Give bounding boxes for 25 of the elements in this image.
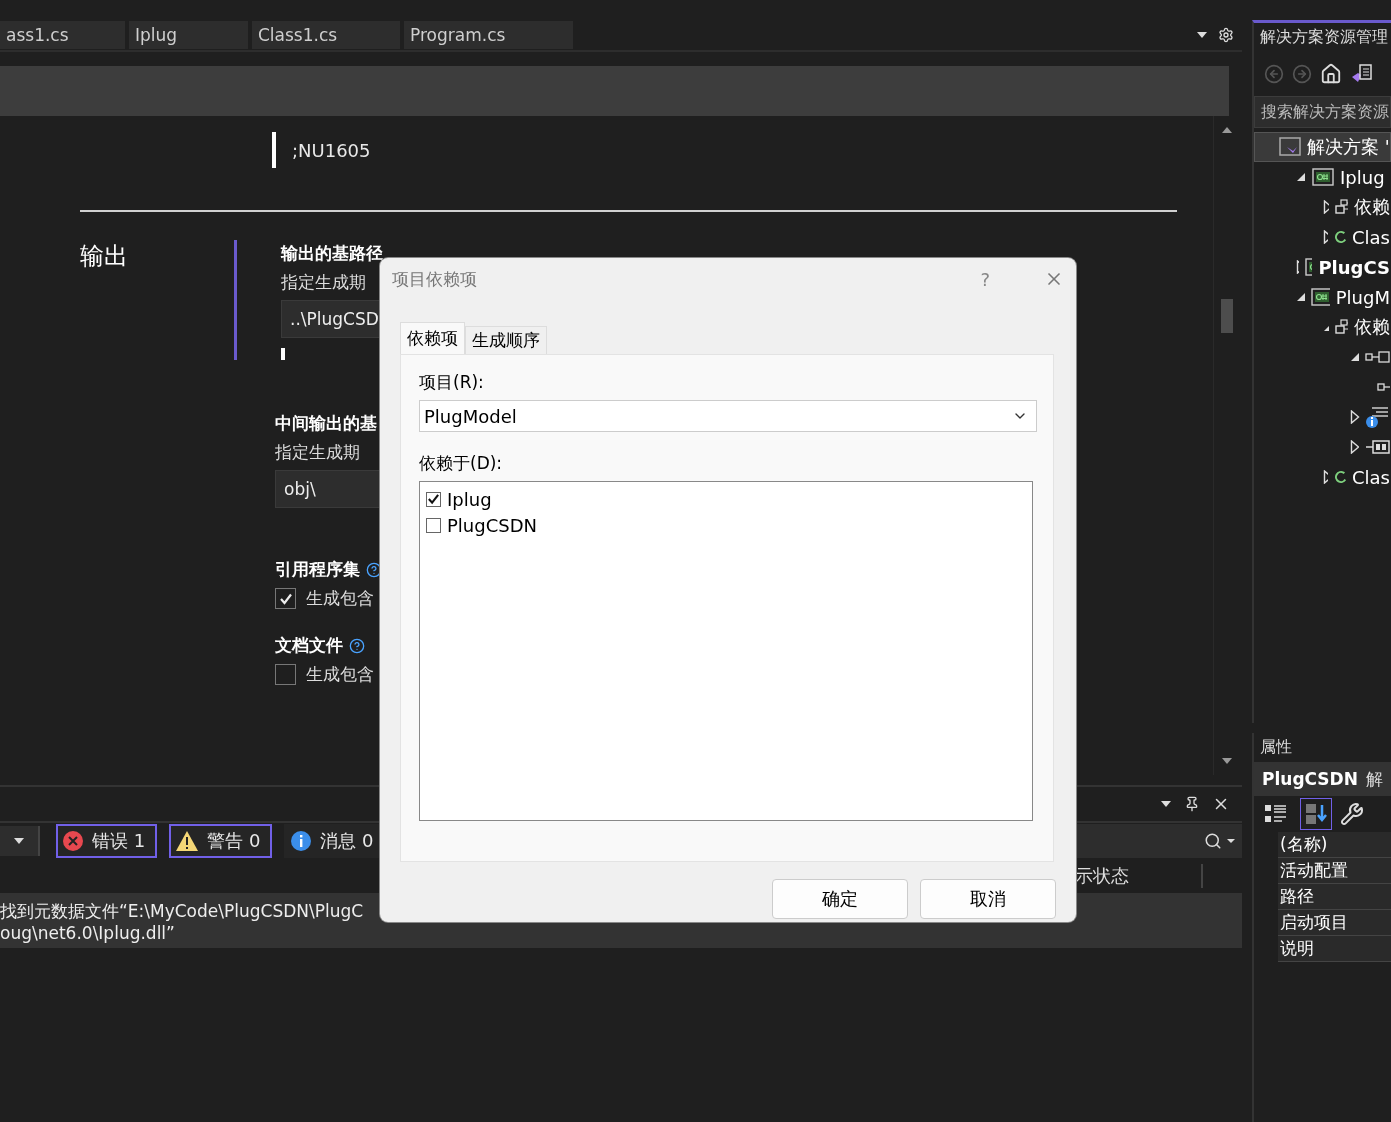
panel-title: 解决方案资源管理 [1259,26,1389,48]
setting-title: 中间输出的基 [275,412,378,435]
property-name: 启动项目 [1278,910,1391,936]
property-name: 说明 [1278,936,1391,962]
setting-title: 输出的基路径 [281,242,384,265]
object-type: 解 [1365,767,1383,791]
checkbox-label: 生成包含 [306,587,374,610]
setting-description: 指定生成期 [275,441,361,464]
field-label: 依赖于(D): [419,452,504,475]
panel-title: 属性 [1259,736,1293,758]
section-title: 输出 [80,241,129,270]
property-name: 活动配置 [1278,858,1391,884]
suppress-value: ;NU1605 [292,139,371,161]
project-name: PlugCSDN [447,514,537,536]
setting-title: 文档文件 [275,634,343,657]
setting-description: 指定生成期 [281,271,367,294]
field-label: 项目(R): [419,371,485,394]
object-name: PlugCSDN [1262,769,1358,789]
dialog-title: 项目依赖项 [392,267,477,291]
setting-title: 引用程序集 [275,558,360,581]
property-name: 路径 [1278,884,1391,910]
property-name: (名称) [1278,832,1391,858]
project-name: Iplug [447,488,492,510]
error-message: oug\net6.0\Iplug.dll” [0,922,176,943]
checkbox-label: 生成包含 [306,663,374,686]
